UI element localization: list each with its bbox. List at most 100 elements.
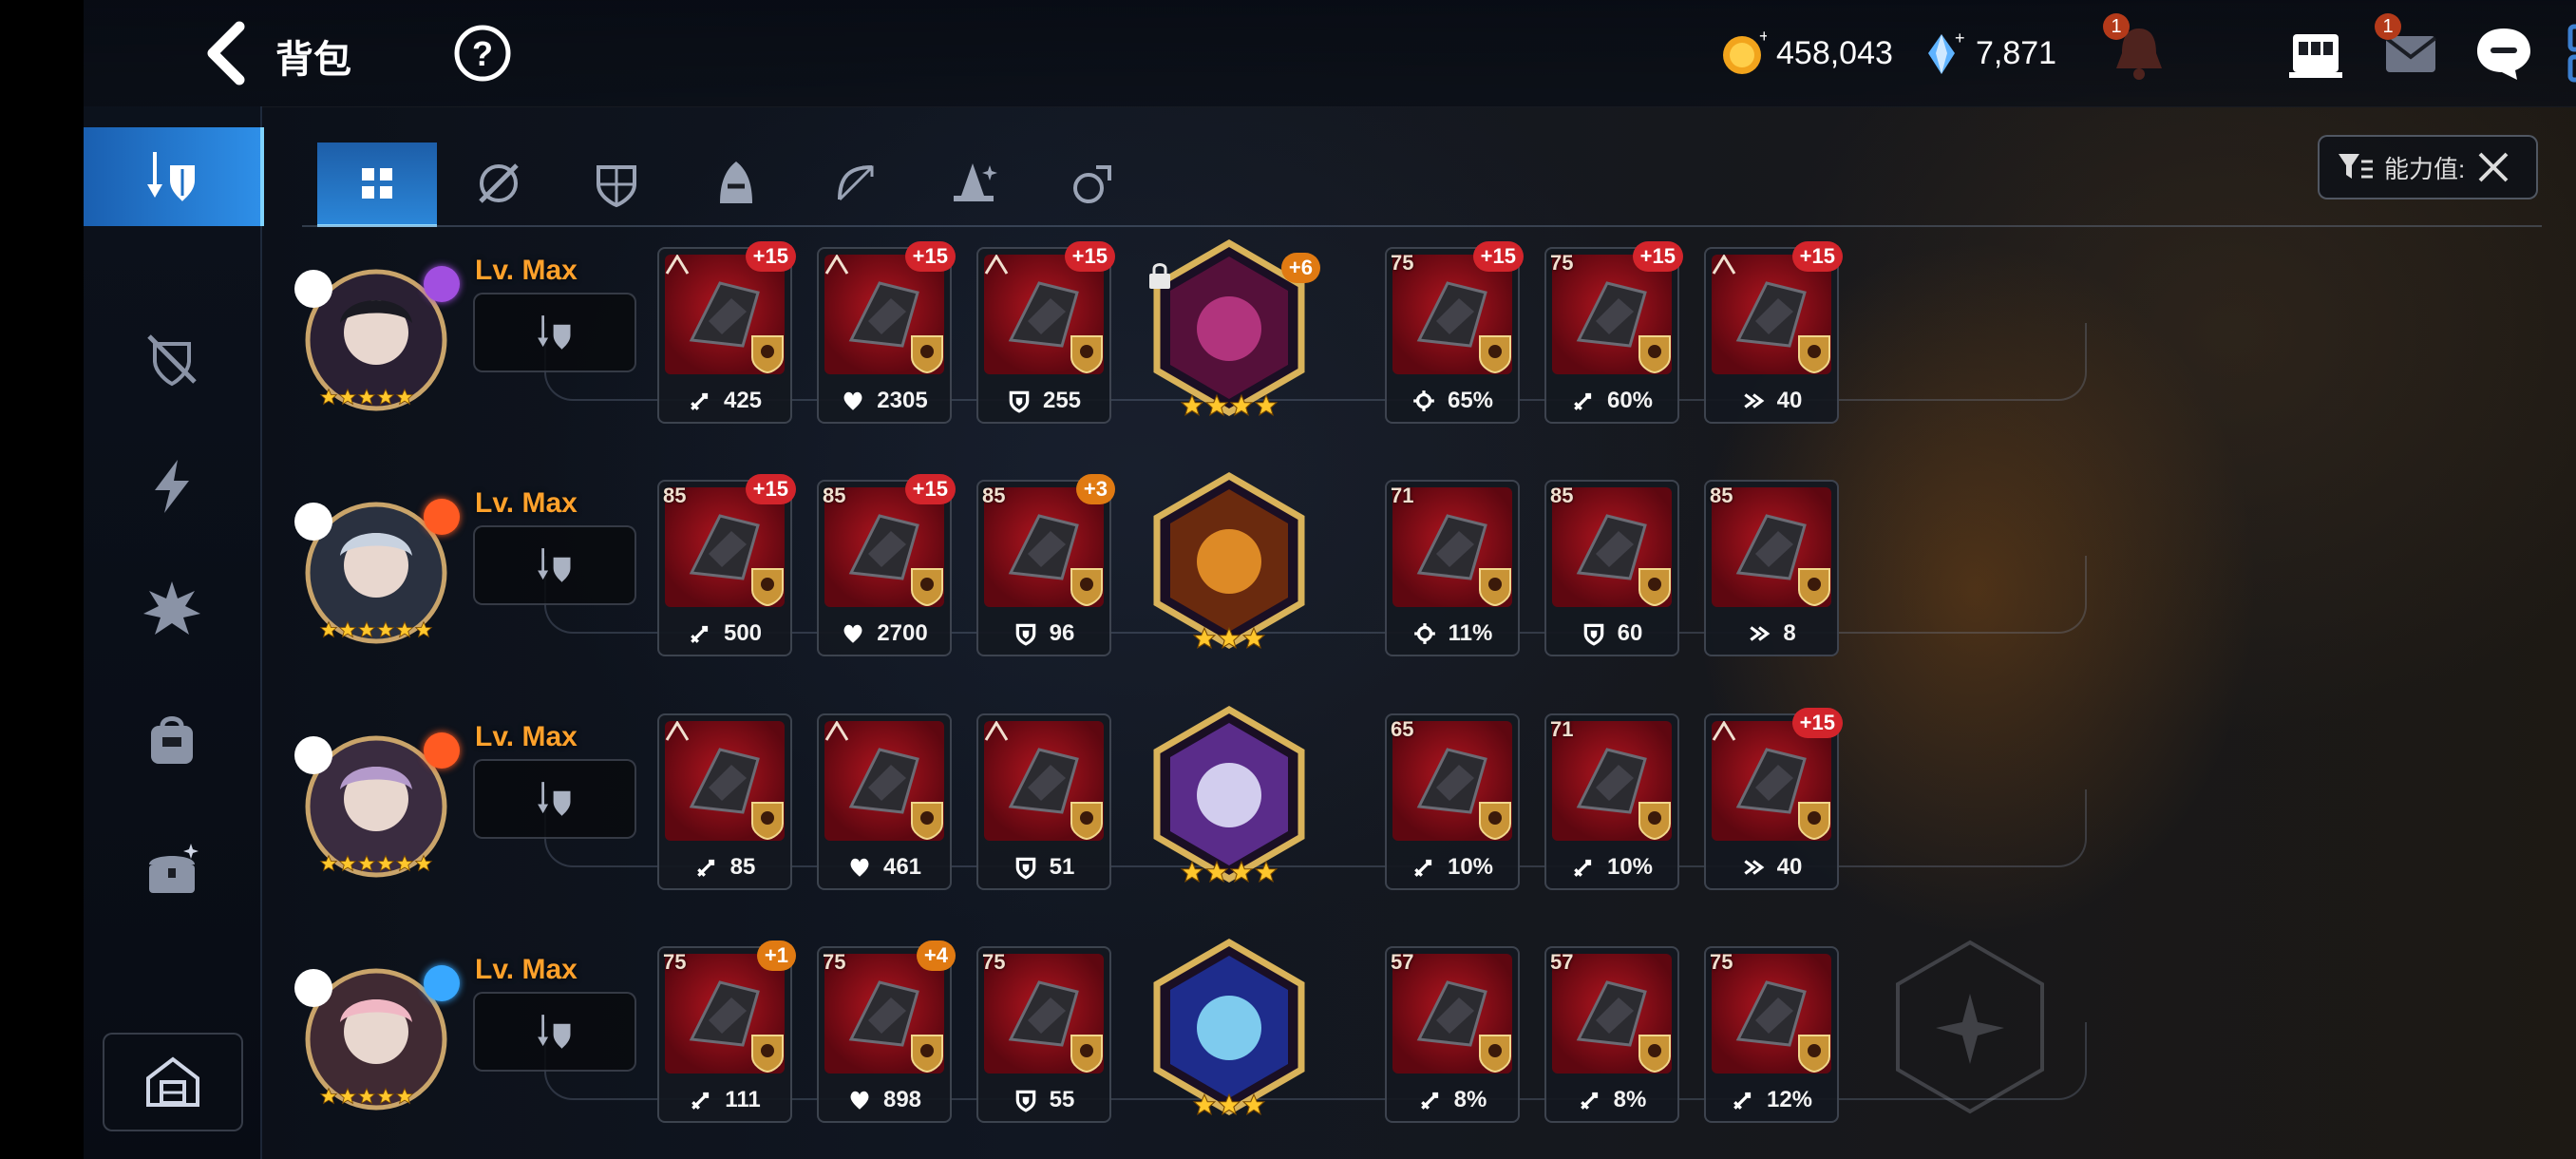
- item-stat: 65%: [1387, 382, 1518, 420]
- equipment-slot[interactable]: +15 40: [1704, 241, 1843, 424]
- storage-icon: [146, 1056, 199, 1107]
- artifact-slot[interactable]: [1146, 704, 1313, 894]
- equipment-slot[interactable]: +15 425: [657, 241, 796, 424]
- equipment-slot[interactable]: 71 10%: [1544, 713, 1679, 890]
- equipment-slot[interactable]: 75 +15 65%: [1385, 241, 1524, 424]
- star-icon: [338, 388, 357, 406]
- equipment-slot[interactable]: 85 +15 500: [657, 474, 796, 656]
- set-icon: [751, 568, 784, 607]
- notification-bell-icon[interactable]: 1: [2103, 13, 2175, 89]
- equipment-slot[interactable]: 85 8: [1704, 480, 1839, 656]
- item-level: 85: [1710, 484, 1733, 507]
- set-icon: [1479, 1035, 1511, 1074]
- item-stat: 8%: [1387, 1081, 1518, 1119]
- equipment-slot[interactable]: 51: [976, 713, 1111, 890]
- equip-set-button[interactable]: [473, 525, 636, 605]
- equipment-slot[interactable]: 85: [657, 713, 792, 890]
- equipment-slot[interactable]: 75 55: [976, 946, 1111, 1123]
- bag-icon: [151, 716, 193, 764]
- gold-currency[interactable]: + 458,043: [1717, 27, 1893, 80]
- hero-portrait[interactable]: [294, 965, 460, 1113]
- hero-portrait[interactable]: [294, 732, 460, 881]
- stat-value: 55: [1049, 1087, 1075, 1112]
- item-level: 75: [1391, 251, 1414, 275]
- item-level: 85: [823, 484, 846, 507]
- star-icon: [414, 620, 433, 638]
- equipment-slot[interactable]: +15 40: [1704, 708, 1843, 890]
- storage-button[interactable]: [103, 1033, 243, 1131]
- equipment-slot[interactable]: 57 8%: [1385, 946, 1520, 1123]
- tab-bow[interactable]: [796, 142, 916, 224]
- stat-value: 10%: [1606, 854, 1654, 880]
- defense-icon: [1583, 623, 1603, 646]
- sidebar-item-chest[interactable]: [84, 821, 260, 920]
- enhance-badge: +3: [1075, 474, 1115, 504]
- tab-armor[interactable]: [557, 142, 676, 224]
- sidebar-item-extract[interactable]: [84, 560, 260, 659]
- sidebar-item-unequipped[interactable]: [84, 310, 260, 408]
- artifact-stars: [1146, 393, 1313, 423]
- stat-value: 51: [1049, 854, 1075, 880]
- element-icon: [424, 965, 460, 1001]
- tier-icon: [824, 721, 849, 741]
- equipment-slot[interactable]: 71 11%: [1385, 480, 1520, 656]
- equipment-slot[interactable]: 75 +15 60%: [1544, 241, 1683, 424]
- artifact-slot[interactable]: [1146, 470, 1313, 660]
- sidebar-item-bag[interactable]: [84, 690, 260, 788]
- health-icon: [850, 1091, 869, 1110]
- class-icon: [294, 969, 332, 1007]
- equipment-slot[interactable]: 85 +3 96: [976, 474, 1115, 656]
- equipment-slot[interactable]: 65 10%: [1385, 713, 1520, 890]
- equipment-slot[interactable]: +15 2305: [817, 241, 956, 424]
- equipment-slot[interactable]: 57 8%: [1544, 946, 1679, 1123]
- weapon-icon: [479, 163, 519, 203]
- equip-set-button[interactable]: [473, 759, 636, 839]
- character-row: Lv. Max 85 +15 500 85 +15 2700 85 +3 96 …: [294, 470, 2107, 679]
- tab-ring[interactable]: [1033, 142, 1153, 224]
- equip-set-button[interactable]: [473, 992, 636, 1072]
- equipment-slot[interactable]: 461: [817, 713, 952, 890]
- stat-filter-button[interactable]: 能力值:: [2318, 135, 2538, 200]
- menu-grid-icon[interactable]: [2561, 17, 2576, 89]
- tab-helmet[interactable]: [676, 142, 796, 224]
- help-icon[interactable]: ?: [452, 23, 513, 84]
- stat-value: 500: [723, 620, 763, 646]
- filter-icon: [2339, 154, 2373, 179]
- sidebar-item-equipment[interactable]: [84, 127, 264, 226]
- set-icon: [751, 335, 784, 374]
- item-stat: 461: [819, 848, 950, 886]
- crystal-currency[interactable]: + 7,871: [1917, 27, 2056, 80]
- hero-level: Lv. Max: [475, 721, 578, 752]
- stat-value: 12%: [1766, 1087, 1813, 1112]
- artifact-slot[interactable]: [1146, 937, 1313, 1127]
- stat-value: 425: [723, 388, 763, 413]
- attack-icon: [691, 392, 709, 410]
- equipment-slot[interactable]: 75 12%: [1704, 946, 1839, 1123]
- screen-edge: [0, 0, 84, 1159]
- tab-all[interactable]: [317, 142, 437, 227]
- equip-set-button[interactable]: [473, 293, 636, 372]
- equipment-slot[interactable]: 75 +1 111: [657, 940, 796, 1123]
- item-level: 75: [982, 950, 1006, 974]
- shop-icon[interactable]: [2280, 17, 2352, 89]
- tab-hat[interactable]: [914, 142, 1033, 224]
- equipment-slot[interactable]: +15 255: [976, 241, 1115, 424]
- hero-portrait[interactable]: [294, 266, 460, 414]
- artifact-slot[interactable]: +6: [1146, 238, 1320, 428]
- tab-weapon[interactable]: [439, 142, 559, 224]
- equipment-slot[interactable]: 75 +4 898: [817, 940, 956, 1123]
- hero-stars: [319, 1087, 414, 1111]
- item-stat: 8: [1706, 615, 1837, 653]
- mail-icon[interactable]: 1: [2375, 13, 2447, 89]
- health-icon: [850, 858, 869, 877]
- chat-icon[interactable]: [2468, 17, 2540, 89]
- equipment-slot[interactable]: 85 60: [1544, 480, 1679, 656]
- tier-icon: [1712, 255, 1736, 275]
- equipment-slot[interactable]: 85 +15 2700: [817, 474, 956, 656]
- hero-portrait[interactable]: [294, 499, 460, 647]
- sidebar-item-enhance[interactable]: [84, 437, 260, 536]
- tier-icon: [1712, 721, 1736, 741]
- star-icon: [338, 854, 357, 872]
- back-arrow-icon[interactable]: [198, 19, 258, 87]
- attack-icon: [1420, 1092, 1438, 1110]
